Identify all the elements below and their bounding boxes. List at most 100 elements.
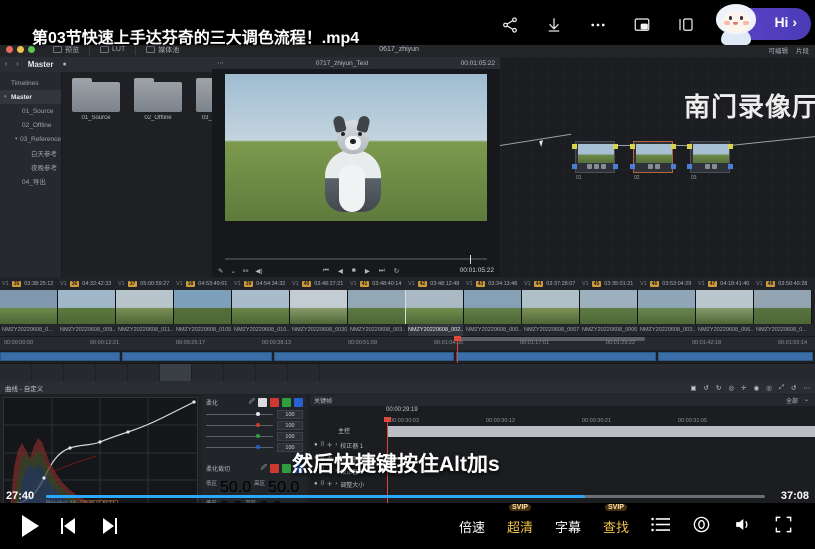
strip-thumbnail[interactable] <box>522 290 580 324</box>
strip-clip-name[interactable]: NMZY20220608_006... <box>698 324 753 336</box>
reset-icon[interactable]: ▣ <box>690 384 696 392</box>
media-pool-tree[interactable]: Timelines▾Master01_Source02_Offline▾03_R… <box>0 72 62 277</box>
color-warper-icon[interactable] <box>96 364 128 382</box>
slider-g-value[interactable]: 100 <box>277 432 303 441</box>
strip-thumbnail[interactable] <box>580 290 638 324</box>
keyframe-zoom-label[interactable]: 全部 <box>786 396 798 405</box>
progress-track[interactable] <box>46 495 765 498</box>
strip-clip-name[interactable]: NMZY20220608_0007 <box>524 324 579 336</box>
strip-clip-name[interactable]: NMZY20220608_0006 <box>582 324 637 336</box>
node-1-input-rgb[interactable] <box>572 144 577 149</box>
user-avatar-area[interactable]: Hi › <box>701 4 811 44</box>
timeline-clip[interactable] <box>274 352 454 361</box>
slider-r[interactable]: 100 <box>202 420 307 431</box>
slider-g-track[interactable] <box>206 436 273 437</box>
bin-item[interactable]: 01_Source <box>72 82 120 124</box>
strip-clip-header[interactable]: V14003:48:27:21 <box>290 277 348 290</box>
cam-icon[interactable]: ◉ <box>754 384 760 392</box>
timeline-thumbnail-strip[interactable] <box>0 290 815 324</box>
play-icon[interactable] <box>22 515 39 537</box>
fullscreen-icon[interactable] <box>774 515 793 537</box>
undo-icon[interactable]: ↺ <box>703 384 708 392</box>
play-icon[interactable]: ▶ <box>365 267 370 275</box>
node-1-output-key[interactable] <box>613 164 618 169</box>
audio-icon[interactable]: ◀) <box>255 267 262 275</box>
channel-toggle-g[interactable] <box>282 398 291 407</box>
strip-clip-name[interactable]: NMZY20220608_002... <box>408 324 463 336</box>
avatar[interactable] <box>713 4 759 44</box>
strip-clip-header[interactable]: V14603:53:04:29 <box>638 277 696 290</box>
link-icon[interactable]: ⚯ <box>243 267 248 275</box>
editable-label[interactable]: 可编辑 <box>769 45 789 55</box>
copy-icon[interactable]: ◎ <box>728 384 734 392</box>
camera-raw-icon[interactable] <box>0 364 32 382</box>
slider-r-knob[interactable] <box>256 423 260 427</box>
slider-y[interactable]: 100 <box>202 409 307 420</box>
timeline-clip[interactable] <box>658 352 813 361</box>
strip-clip-header[interactable]: V13503:38:25:12 <box>0 277 58 290</box>
strip-clip-header[interactable]: V14503:35:01:21 <box>580 277 638 290</box>
step-back-icon[interactable]: ◀ <box>338 267 343 275</box>
slider-y-track[interactable] <box>206 414 273 415</box>
node-3-input-key[interactable] <box>687 164 692 169</box>
more-icon[interactable]: ⋯ <box>804 384 811 392</box>
timeline-clip[interactable] <box>0 352 120 361</box>
slider-y-value[interactable]: 100 <box>277 410 303 419</box>
strip-clip-header[interactable]: V14203:48:12:48 <box>406 277 464 290</box>
strip-clip-header[interactable]: V13804:53:49:61 <box>174 277 232 290</box>
node-2[interactable]: 02 <box>633 141 673 173</box>
media-pool-tree-item[interactable]: 02_Offline <box>0 118 61 132</box>
slider-y-knob[interactable] <box>256 412 260 416</box>
keyframe-enable-dot[interactable]: ● <box>314 481 318 487</box>
viewer-scrubber[interactable] <box>212 255 500 264</box>
next-icon[interactable] <box>100 518 117 535</box>
channel-toggle-y[interactable] <box>258 398 267 407</box>
chevron-icon[interactable]: ▾ <box>4 94 11 100</box>
slider-r-track[interactable] <box>206 425 273 426</box>
strip-clip-header[interactable]: V14303:34:13:48 <box>464 277 522 290</box>
chevron-down-icon[interactable]: ⌄ <box>804 396 809 405</box>
media-pool-tree-item[interactable]: 01_Source <box>0 104 61 118</box>
keyframe-playhead-handle[interactable] <box>384 417 391 422</box>
expand-icon[interactable]: ⤢ <box>779 384 784 392</box>
viewer-left-icons[interactable]: ⋯ <box>217 59 224 67</box>
strip-clip-header[interactable]: V13705:00:59:27 <box>116 277 174 290</box>
mediapool-back-icon[interactable]: ‹ <box>5 61 7 68</box>
mediapool-dot-icon[interactable]: ● <box>62 61 66 68</box>
picture-in-picture-icon[interactable] <box>633 16 651 39</box>
node-3-input-rgb[interactable] <box>687 144 692 149</box>
media-pool-tree-item[interactable]: 白天参考 <box>0 146 61 160</box>
cast-icon[interactable] <box>677 16 695 39</box>
strip-thumbnail[interactable] <box>754 290 812 324</box>
viewer-scrub-track[interactable] <box>225 258 487 260</box>
key-toggle-g[interactable] <box>282 464 291 473</box>
strip-clip-header[interactable]: V14103:48:40:14 <box>348 277 406 290</box>
strip-clip-name[interactable]: NMZY20220608_0... <box>756 324 811 336</box>
node-3[interactable]: 03 <box>690 141 730 173</box>
timeline-track-v1[interactable] <box>0 350 815 363</box>
scopes-icon[interactable] <box>288 364 320 382</box>
strip-clip-name[interactable]: NMZY20220608_009... <box>60 324 115 336</box>
strip-thumbnail[interactable] <box>232 290 290 324</box>
strip-thumbnail[interactable] <box>290 290 348 324</box>
node-2-input-key[interactable] <box>630 164 635 169</box>
blur-icon[interactable] <box>192 364 224 382</box>
jump-start-icon[interactable]: ⏮ <box>323 267 329 275</box>
sizing-icon[interactable] <box>256 364 288 382</box>
share-icon[interactable] <box>501 16 519 39</box>
media-pool-tree-item[interactable]: 夜晚参考 <box>0 160 61 174</box>
viewer-clip-name[interactable]: 0717_zhiyun_Test <box>316 60 368 67</box>
media-pool-tree-item[interactable]: ▾Master <box>0 90 61 104</box>
playlist-icon[interactable] <box>651 517 670 535</box>
color-match-icon[interactable] <box>32 364 64 382</box>
strip-clip-header[interactable]: V13904:54:34:32 <box>232 277 290 290</box>
strip-clip-name[interactable]: NMZY20220608_0... <box>2 324 57 336</box>
node-2-input-rgb[interactable] <box>630 144 635 149</box>
more-icon[interactable] <box>589 16 607 39</box>
viewer-playhead[interactable] <box>470 255 471 264</box>
keyframe-lock-icon[interactable]: ⌷ <box>321 481 325 488</box>
strip-clip-header[interactable]: V13604:32:42:33 <box>58 277 116 290</box>
strip-clip-header[interactable]: V14803:50:40:28 <box>754 277 812 290</box>
strip-clip-name[interactable]: NMZY20220608_011... <box>118 324 173 336</box>
strip-clip-header[interactable]: V14403:37:28:07 <box>522 277 580 290</box>
